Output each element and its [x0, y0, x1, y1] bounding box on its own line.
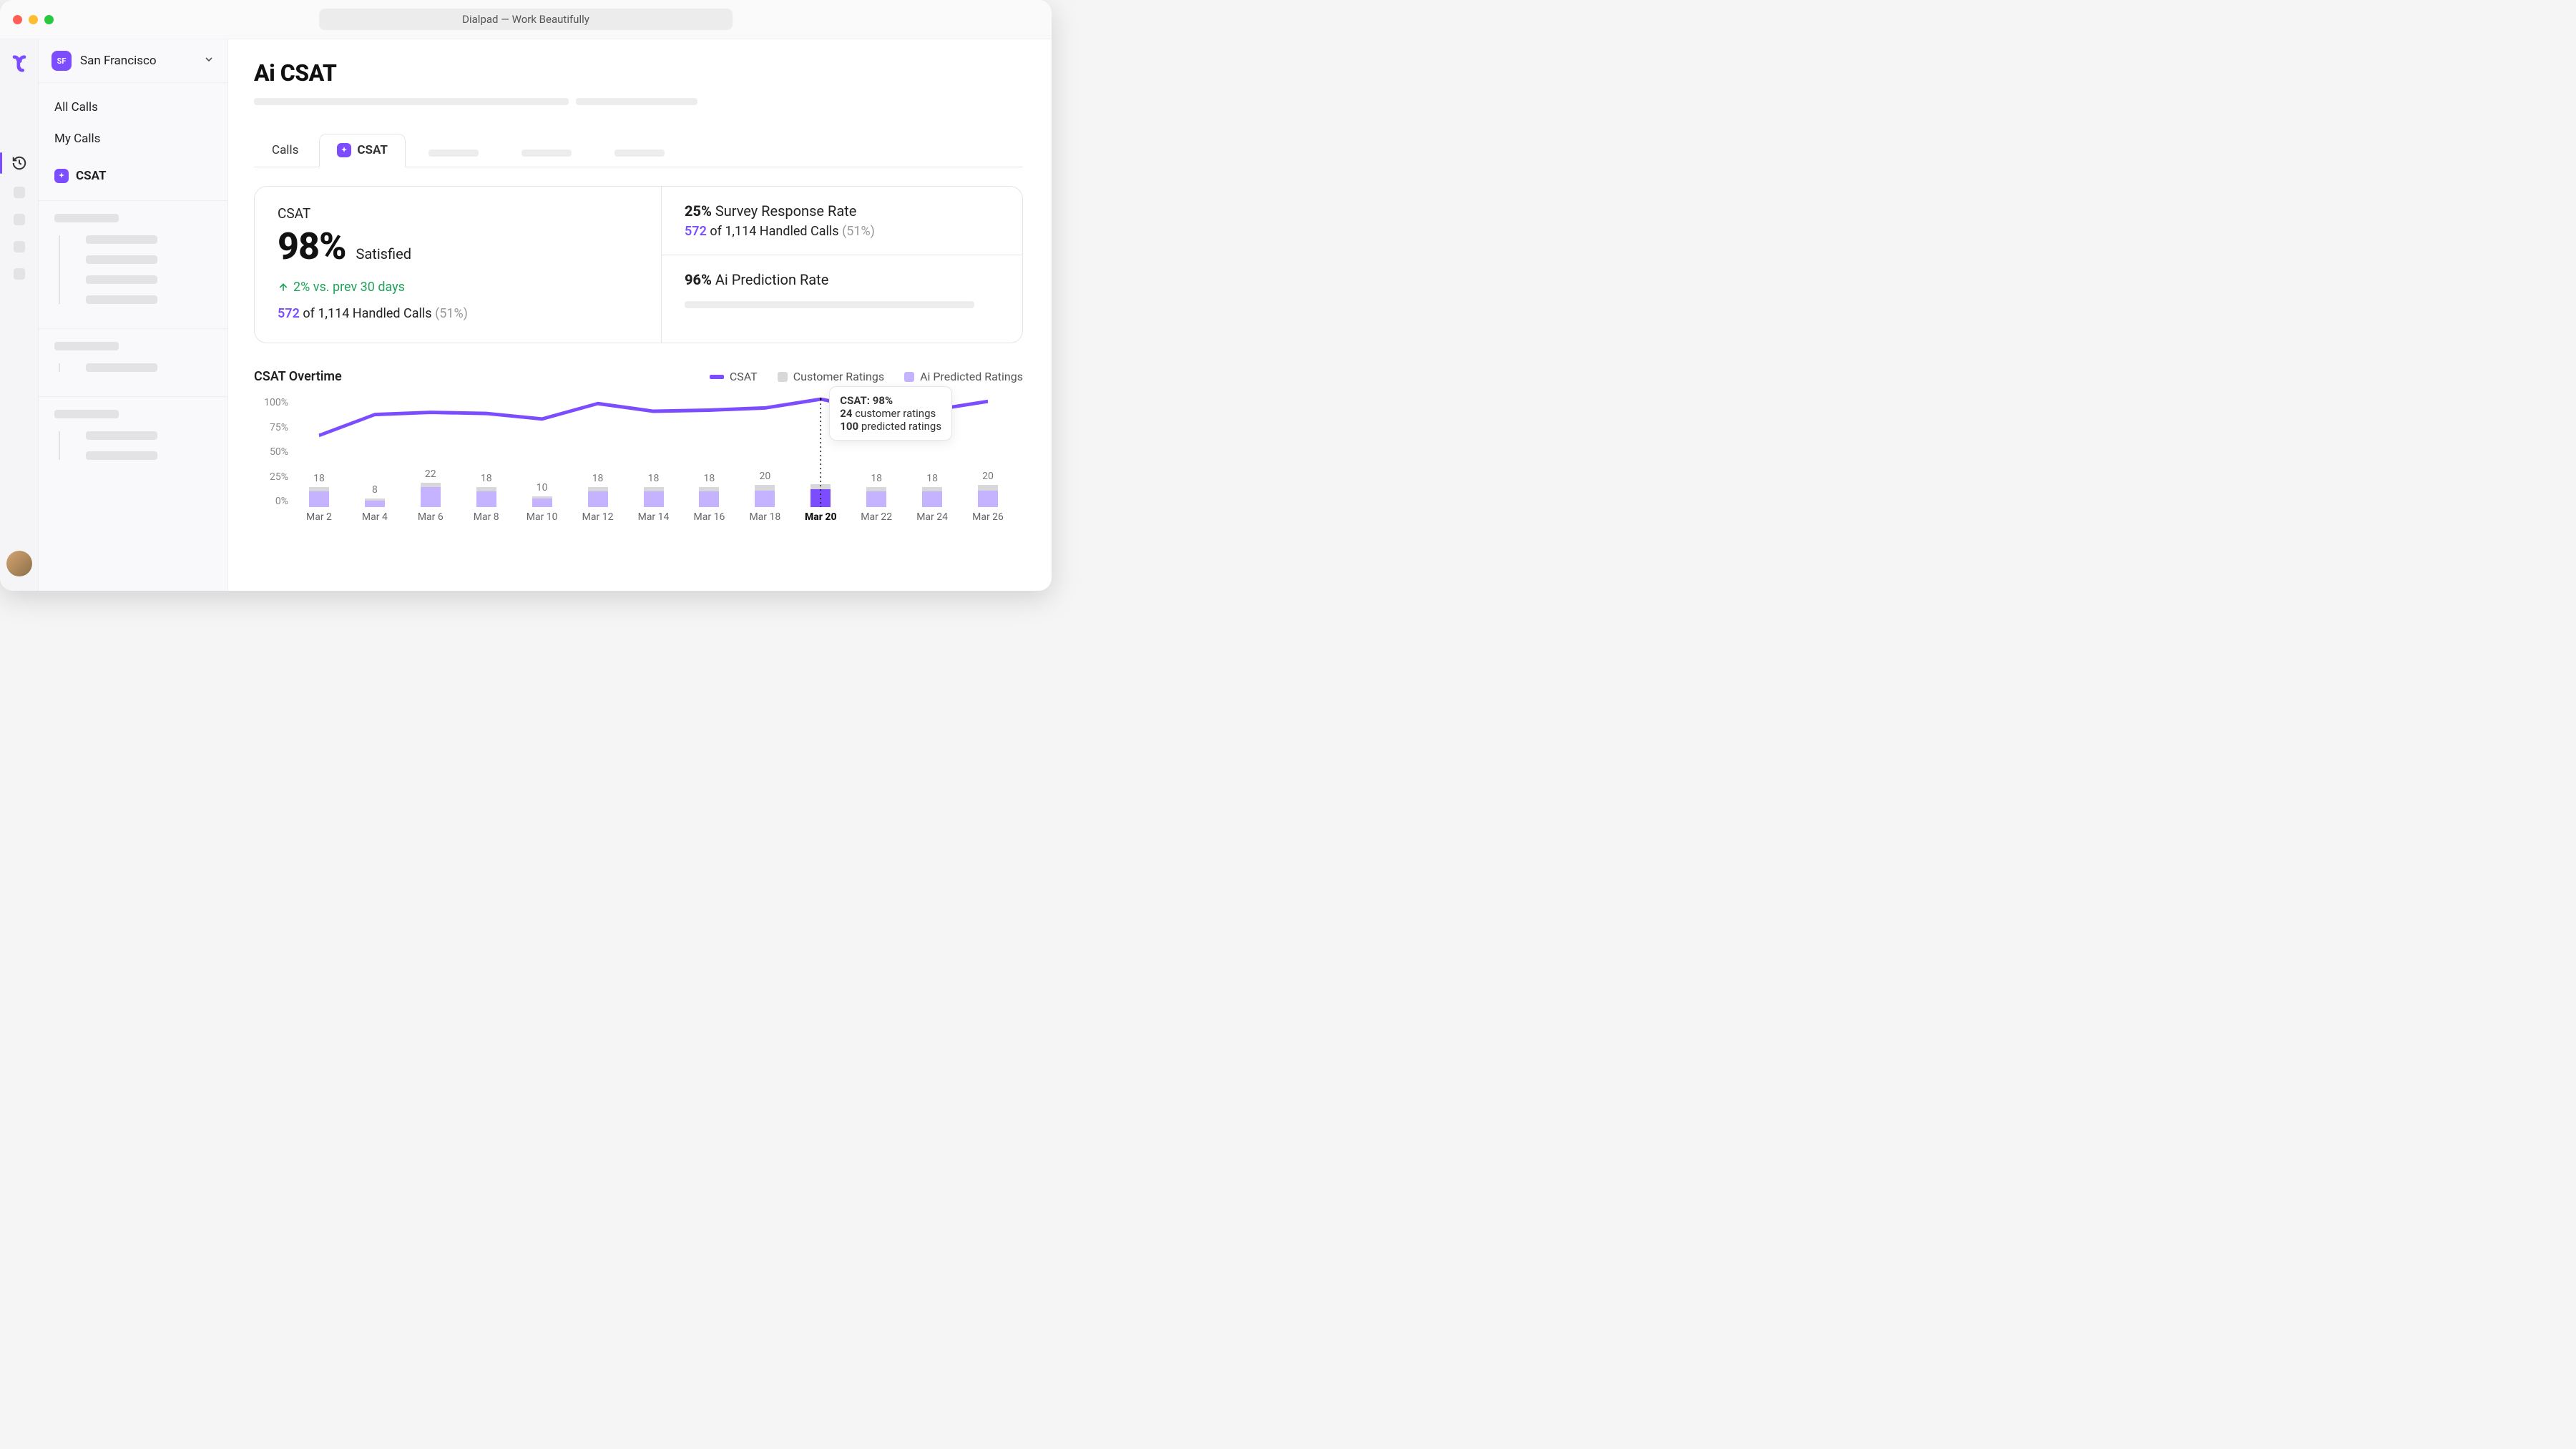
sidebar-placeholder-group [39, 396, 227, 484]
detail-accent: 572 [278, 306, 300, 321]
rail-placeholder [14, 241, 25, 252]
kpi-cards: CSAT 98% Satisfied 2% vs. prev 30 days 5… [254, 186, 1023, 343]
chart-legend: CSAT Customer Ratings Ai Predicted Ratin… [710, 370, 1023, 383]
fullscreen-window-button[interactable] [44, 15, 54, 24]
legend-label: Ai Predicted Ratings [920, 370, 1023, 383]
sidebar-item-csat[interactable]: CSAT [39, 160, 227, 192]
rail-placeholder [14, 187, 25, 198]
prediction-rate-card: 96% Ai Prediction Rate [662, 255, 1022, 324]
kpi-detail: 572 of 1,114 Handled Calls (51%) [278, 306, 638, 321]
y-axis: 100%75%50%25%0% [254, 397, 288, 507]
tab-placeholder [614, 149, 665, 157]
x-axis: Mar 2Mar 4Mar 6Mar 8Mar 10Mar 12Mar 14Ma… [291, 511, 1016, 526]
legend-label: CSAT [730, 370, 758, 383]
chart-tooltip: CSAT: 98% 24 customer ratings 100 predic… [829, 386, 952, 441]
avatar[interactable] [6, 551, 32, 576]
tab-label: CSAT [357, 143, 388, 157]
org-name: San Francisco [80, 54, 195, 68]
close-window-button[interactable] [13, 15, 22, 24]
detail-accent: 572 [685, 224, 707, 239]
titlebar: Dialpad — Work Beautifully [0, 0, 1052, 39]
sidebar-placeholder-group [39, 328, 227, 396]
stat-value: 96% [685, 271, 712, 288]
legend-label: Customer Ratings [793, 370, 884, 383]
tab-placeholder [428, 149, 479, 157]
arrow-up-icon [278, 282, 289, 293]
kpi-sublabel: Satisfied [356, 245, 411, 262]
main-content: Ai CSAT Calls CSAT CSAT 98% [228, 39, 1052, 591]
stat-label: Survey Response Rate [712, 202, 856, 220]
kpi-trend: 2% vs. prev 30 days [278, 280, 638, 295]
stat-value: 25% [685, 202, 712, 220]
detail-muted: (51%) [842, 224, 875, 239]
stat-label: Ai Prediction Rate [712, 271, 828, 288]
sidebar-item-my-calls[interactable]: My Calls [39, 123, 227, 154]
stat-placeholder [685, 301, 974, 308]
left-rail [0, 39, 39, 591]
survey-rate-card: 25% Survey Response Rate 572 of 1,114 Ha… [662, 187, 1022, 255]
csat-chart: 100%75%50%25%0% 18822181018181820181820 … [291, 397, 1016, 526]
tab-placeholder [521, 149, 572, 157]
csat-kpi-card: CSAT 98% Satisfied 2% vs. prev 30 days 5… [255, 187, 662, 343]
rail-placeholder [14, 268, 25, 280]
sidebar-item-label: My Calls [54, 132, 100, 146]
sidebar-item-label: CSAT [76, 169, 107, 183]
org-switcher[interactable]: SF San Francisco [39, 39, 227, 83]
chart-header: CSAT Overtime CSAT Customer Ratings Ai P… [254, 369, 1023, 384]
sidebar-item-label: All Calls [54, 100, 98, 114]
sidebar: SF San Francisco All Calls My Calls CSAT [39, 39, 228, 591]
kpi-label: CSAT [278, 205, 638, 222]
nav-list: All Calls My Calls CSAT [39, 83, 227, 200]
window-title: Dialpad — Work Beautifully [319, 9, 733, 30]
ai-badge-icon [337, 143, 351, 157]
tab-csat[interactable]: CSAT [319, 134, 406, 167]
rail-placeholder [14, 214, 25, 225]
detail-mid: of 1,114 Handled Calls [707, 224, 842, 239]
app-window: Dialpad — Work Beautifully SF San Franci… [0, 0, 1052, 591]
plot-area: 18822181018181820181820 CSAT: 98% 24 cus… [291, 397, 1016, 507]
history-icon[interactable] [11, 155, 27, 171]
detail-mid: of 1,114 Handled Calls [300, 306, 435, 321]
chart-title: CSAT Overtime [254, 369, 342, 384]
minimize-window-button[interactable] [29, 15, 38, 24]
traffic-lights [0, 15, 54, 24]
sidebar-placeholder-group [39, 200, 227, 328]
org-badge: SF [52, 51, 72, 71]
ai-badge-icon [54, 169, 69, 183]
tab-calls[interactable]: Calls [254, 134, 316, 167]
chevron-down-icon [203, 54, 215, 68]
dialpad-logo-icon[interactable] [9, 54, 29, 74]
tab-label: Calls [272, 143, 298, 157]
sidebar-item-all-calls[interactable]: All Calls [39, 92, 227, 123]
detail-muted: (51%) [435, 306, 468, 321]
kpi-value: 98% [278, 225, 346, 268]
page-title: Ai CSAT [254, 59, 1023, 87]
subtitle-placeholder [254, 98, 1023, 105]
trend-text: 2% vs. prev 30 days [293, 280, 405, 295]
tabs: Calls CSAT [254, 134, 1023, 167]
